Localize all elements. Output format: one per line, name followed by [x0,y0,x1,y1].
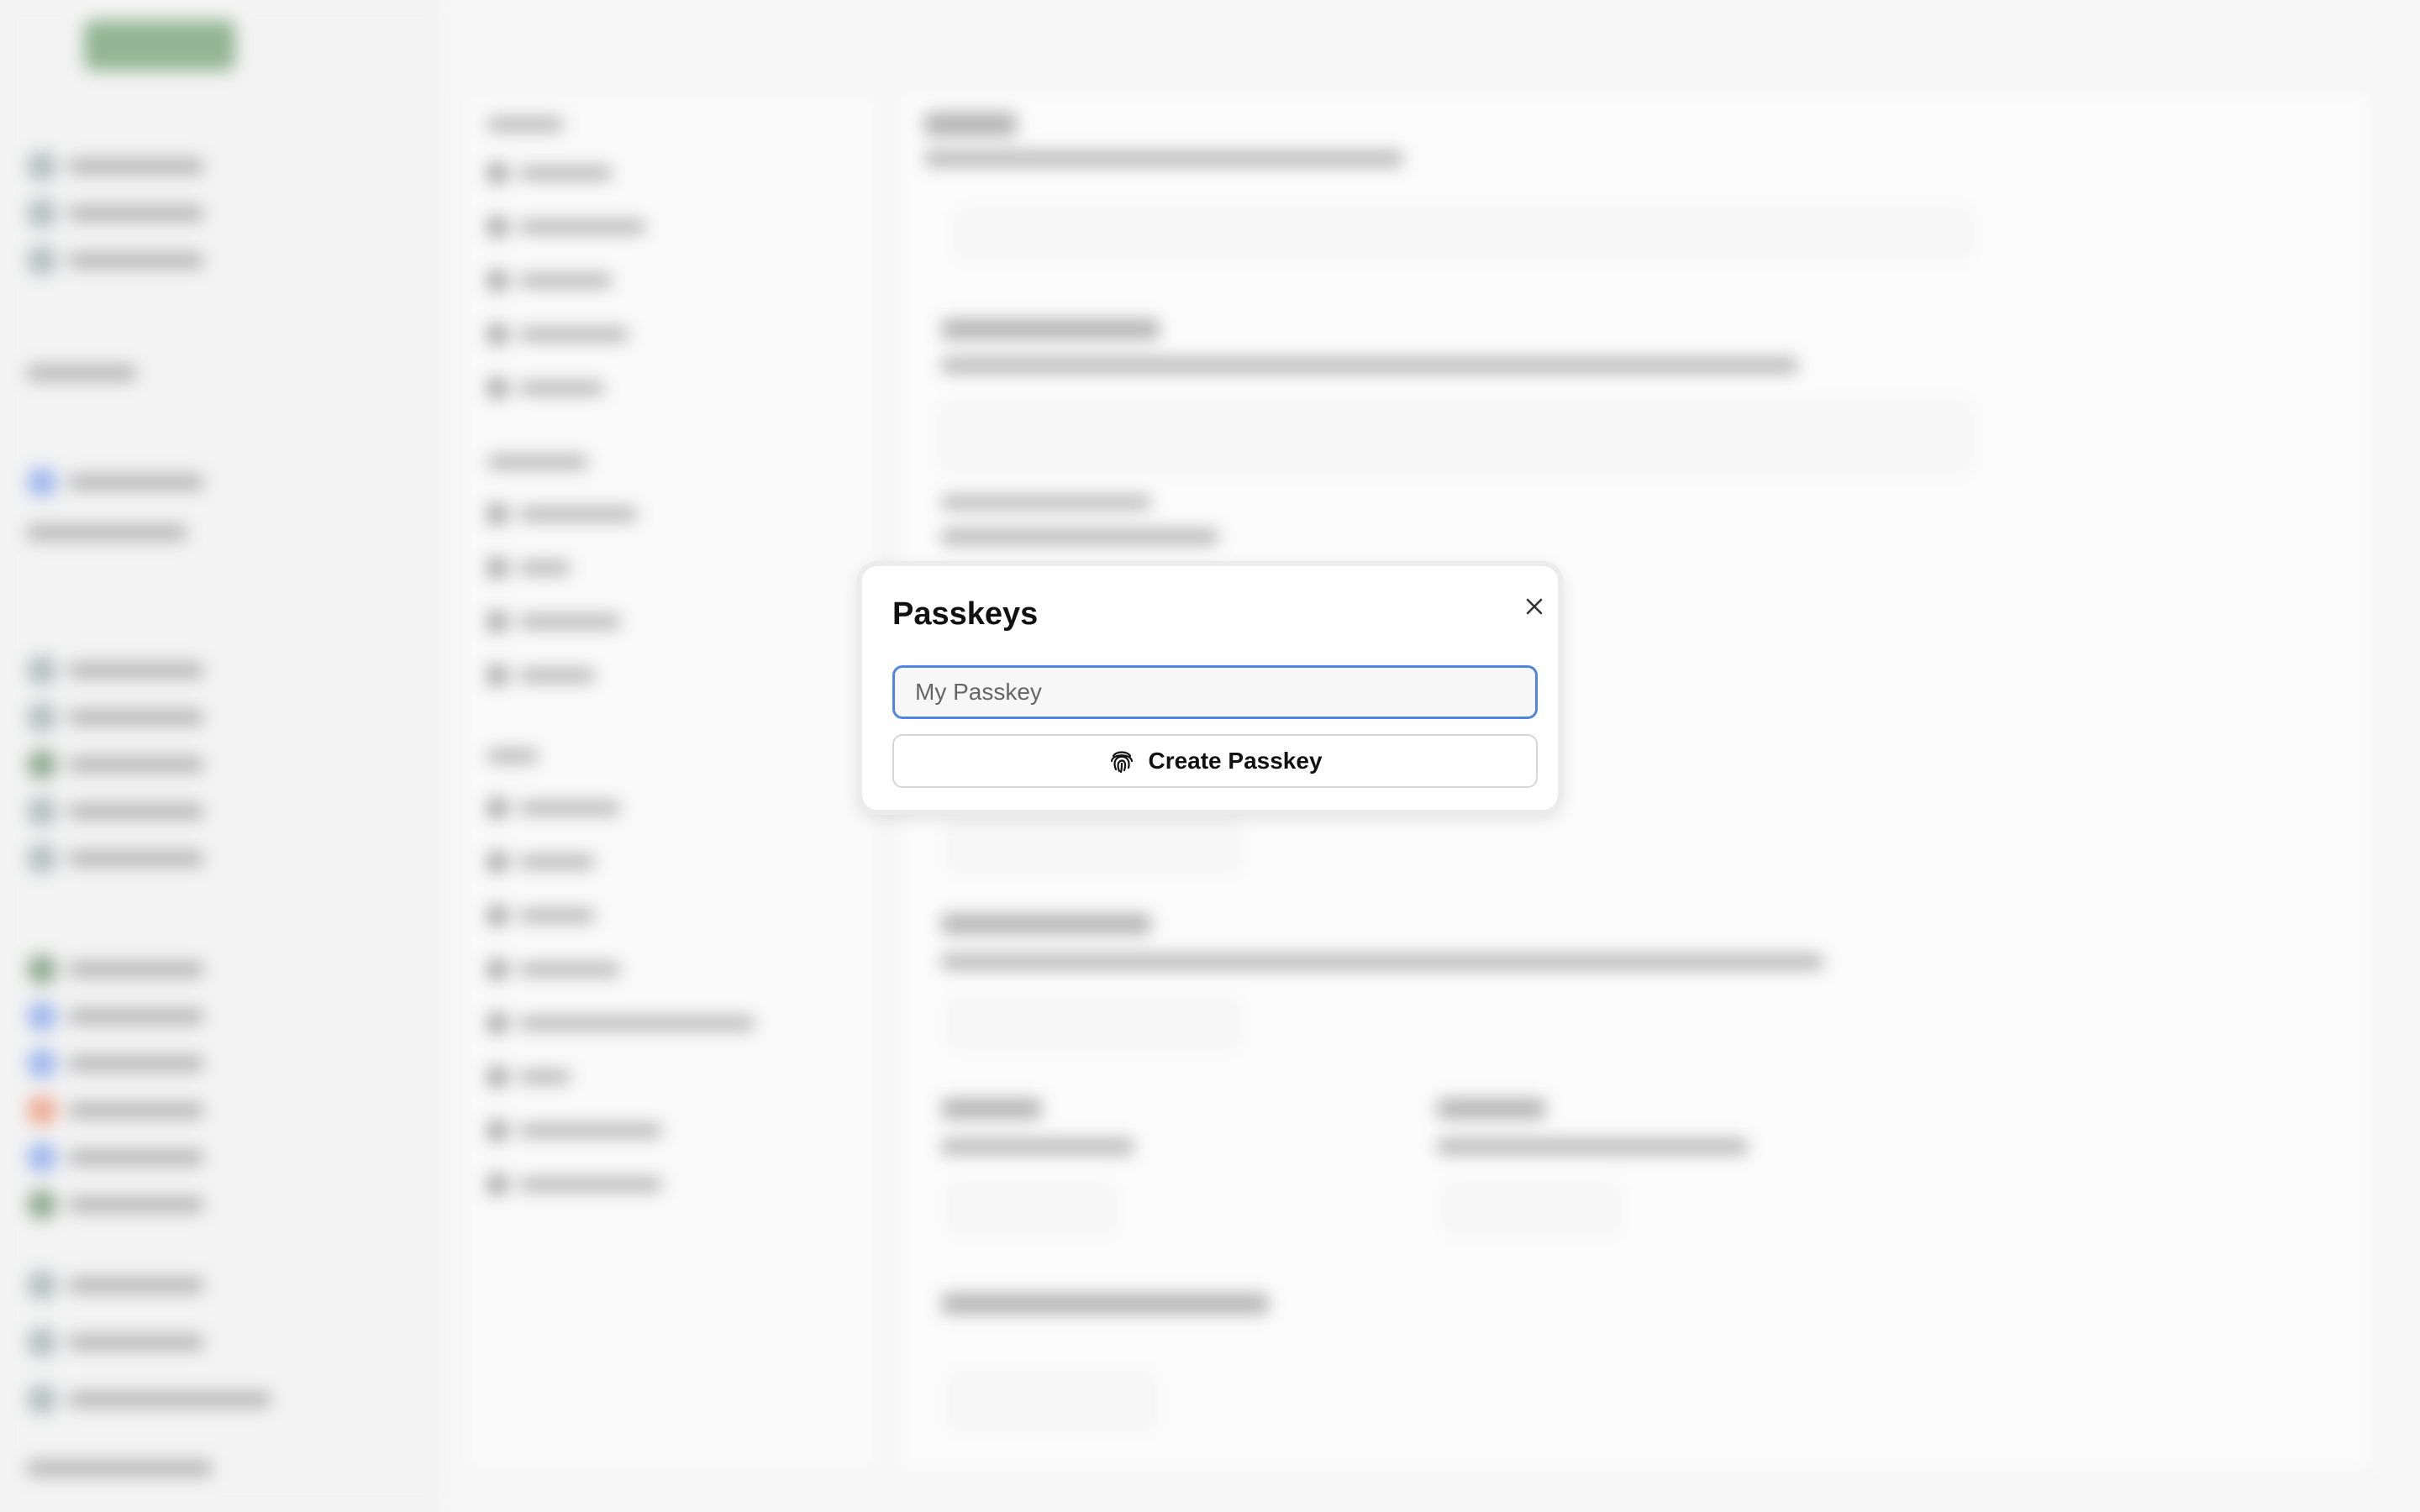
fingerprint-icon [1111,751,1134,774]
close-button[interactable] [1518,590,1551,623]
dialog-title: Passkeys [892,596,1039,632]
close-icon [1526,598,1543,615]
passkeys-dialog: Passkeys Create Passkey [857,561,1563,815]
passkey-name-input[interactable] [892,665,1538,719]
create-passkey-button[interactable]: Create Passkey [892,734,1538,788]
create-passkey-label: Create Passkey [1148,748,1323,774]
